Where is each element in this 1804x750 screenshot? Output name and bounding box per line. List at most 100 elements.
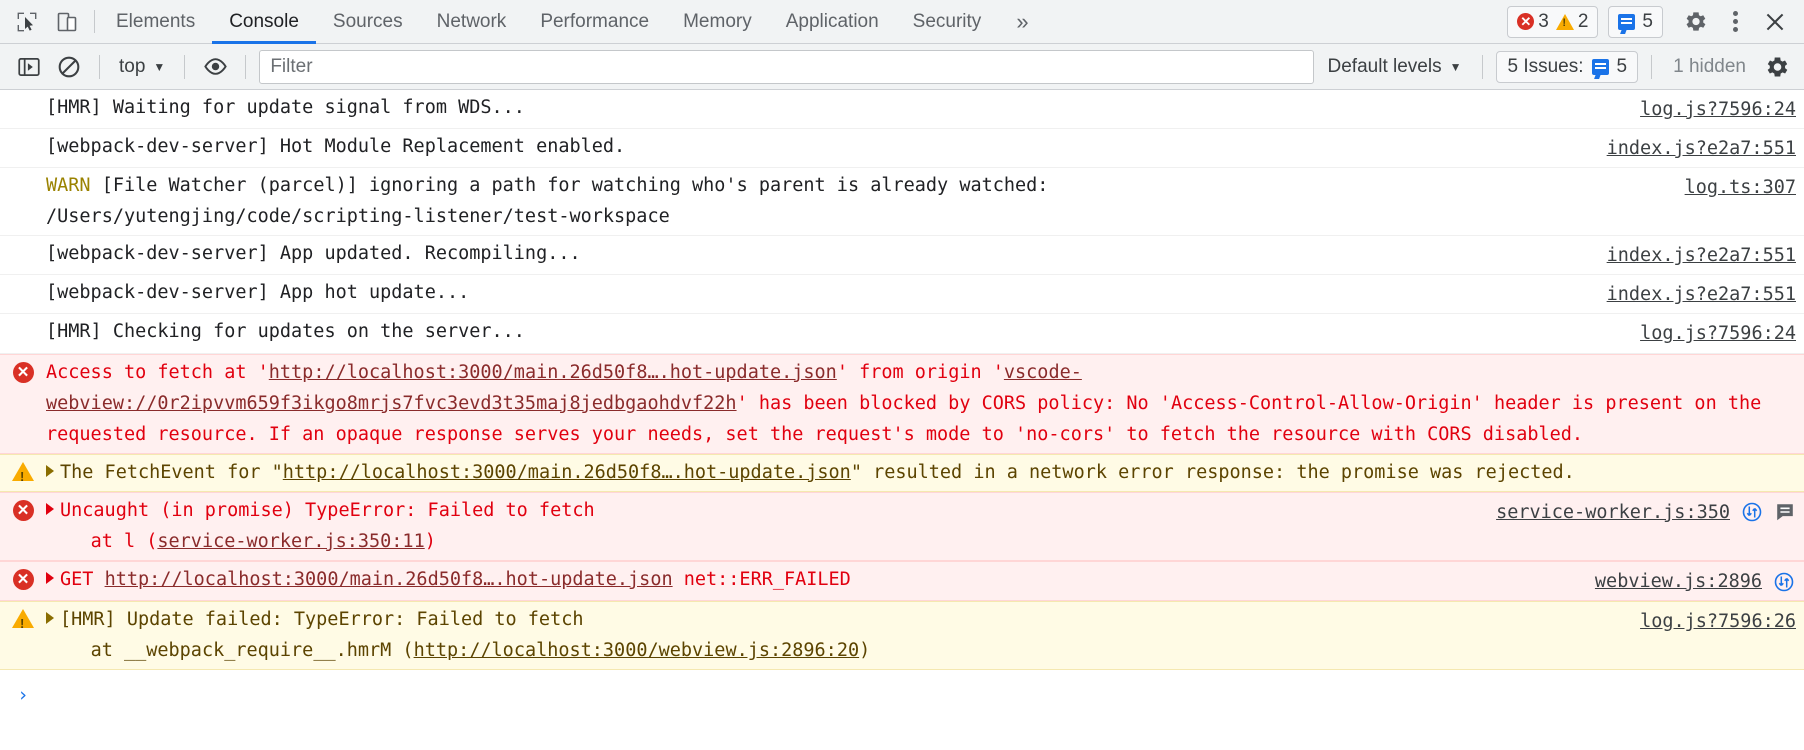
source-location-link[interactable]: log.js?7596:26: [1640, 606, 1796, 637]
execution-context-selector[interactable]: top ▼: [113, 53, 171, 81]
error-warning-counter[interactable]: ✕ 3 2: [1507, 5, 1599, 38]
console-prompt-input[interactable]: [46, 678, 1804, 709]
close-icon[interactable]: [1756, 3, 1794, 41]
source-location-link[interactable]: webview.js:2896: [1595, 566, 1762, 597]
message-url-link[interactable]: http://localhost:3000/main.26d50f8….hot-…: [283, 462, 851, 483]
tab-label: Security: [912, 10, 982, 32]
kebab-dots: [1732, 11, 1738, 32]
console-message-row[interactable]: WARN [File Watcher (parcel)] ignoring a …: [0, 168, 1804, 237]
message-text-segment: net::ERR_FAILED: [672, 569, 851, 591]
source-location-link[interactable]: index.js?e2a7:551: [1607, 133, 1796, 164]
tab-label: Application: [785, 10, 879, 32]
execution-context-value: top: [119, 55, 146, 77]
expand-triangle-icon[interactable]: [46, 612, 54, 625]
error-circle-icon: ✕: [1517, 13, 1535, 30]
message-text-segment: GET: [60, 569, 105, 591]
source-location-link[interactable]: log.js?7596:24: [1640, 94, 1796, 125]
message-text-segment: " resulted in a network error response: …: [850, 461, 1575, 483]
tab-sources[interactable]: Sources: [316, 0, 420, 43]
message-text-segment: [HMR] Checking for updates on the server…: [46, 321, 525, 343]
message-text-segment: ): [424, 530, 436, 552]
console-settings-gear-icon[interactable]: [1760, 50, 1794, 84]
filter-input[interactable]: [259, 49, 1314, 84]
live-expression-eye-icon[interactable]: [198, 50, 232, 84]
more-options-kebab-icon[interactable]: [1716, 3, 1754, 41]
error-circle-icon: ✕: [12, 569, 34, 591]
console-sidebar-toggle-icon[interactable]: [12, 50, 46, 84]
message-source-area: webview.js:2896: [1583, 564, 1796, 597]
network-request-icon[interactable]: [1772, 570, 1796, 594]
source-location-link[interactable]: log.ts:307: [1685, 172, 1796, 203]
devtools-tab-bar: Elements Console Sources Network Perform…: [0, 0, 1804, 44]
console-message-row[interactable]: [HMR] Update failed: TypeError: Failed t…: [0, 601, 1804, 671]
expand-triangle-icon[interactable]: [46, 572, 54, 585]
console-messages: [HMR] Waiting for update signal from WDS…: [0, 90, 1804, 671]
console-message-row[interactable]: ✕ Access to fetch at 'http://localhost:30…: [0, 353, 1804, 454]
message-text-segment: ): [859, 640, 871, 662]
source-location-link[interactable]: index.js?e2a7:551: [1607, 240, 1796, 271]
console-message-row[interactable]: ✕ GET http://localhost:3000/main.26d50f8……: [0, 561, 1804, 602]
message-url-link[interactable]: http://localhost:3000/main.26d50f8….hot-…: [269, 362, 837, 383]
tab-memory[interactable]: Memory: [666, 0, 769, 43]
console-message-row[interactable]: [webpack-dev-server] Hot Module Replacem…: [0, 129, 1804, 169]
message-gutter: [0, 238, 46, 243]
issues-counter[interactable]: 5: [1608, 5, 1663, 38]
source-location-link[interactable]: index.js?e2a7:551: [1607, 279, 1796, 310]
console-message-row[interactable]: [HMR] Checking for updates on the server…: [0, 314, 1804, 354]
clear-console-icon[interactable]: [52, 50, 86, 84]
network-request-icon[interactable]: [1740, 500, 1764, 524]
tab-application[interactable]: Application: [769, 0, 896, 43]
issues-button-label: 5 Issues:: [1507, 55, 1584, 77]
message-source-area: service-worker.js:350: [1484, 495, 1796, 528]
tab-console[interactable]: Console: [212, 0, 316, 44]
console-message-text: [webpack-dev-server] App updated. Recomp…: [46, 238, 1595, 269]
message-url-link[interactable]: service-worker.js:350:11: [157, 531, 424, 552]
issues-count: 5: [1642, 10, 1653, 32]
tab-label: Sources: [332, 10, 403, 32]
error-count: 3: [1538, 10, 1549, 32]
console-message-text: WARN [File Watcher (parcel)] ignoring a …: [46, 170, 1673, 232]
message-source-area: log.ts:307: [1673, 170, 1796, 203]
error-circle-icon: ✕: [12, 361, 34, 383]
source-location-link[interactable]: log.js?7596:24: [1640, 318, 1796, 349]
message-url-link[interactable]: http://localhost:3000/webview.js:2896:20: [414, 640, 860, 661]
settings-gear-icon[interactable]: [1676, 3, 1714, 41]
console-message-row[interactable]: ✕ Uncaught (in promise) TypeError: Failed…: [0, 491, 1804, 562]
source-location-link[interactable]: service-worker.js:350: [1496, 497, 1730, 528]
console-message-row[interactable]: [webpack-dev-server] App updated. Recomp…: [0, 236, 1804, 276]
expand-triangle-icon[interactable]: [46, 464, 54, 477]
issues-button[interactable]: 5 Issues: 5: [1496, 50, 1639, 83]
console-message-text: [HMR] Update failed: TypeError: Failed t…: [46, 604, 1628, 666]
console-message-row[interactable]: [webpack-dev-server] App hot update... in…: [0, 275, 1804, 315]
log-levels-selector[interactable]: Default levels ▼: [1320, 52, 1470, 82]
message-gutter: [0, 316, 46, 321]
error-icon: ✕: [0, 495, 46, 521]
message-source-area: [1784, 457, 1796, 459]
tab-elements[interactable]: Elements: [99, 0, 212, 43]
message-url-link[interactable]: http://localhost:3000/main.26d50f8….hot-…: [105, 569, 673, 590]
tab-performance[interactable]: Performance: [523, 0, 666, 43]
tab-label: Network: [436, 10, 507, 32]
filter-divider-2: [184, 54, 186, 79]
inspect-element-icon[interactable]: [14, 9, 40, 35]
device-toolbar-icon[interactable]: [54, 9, 80, 35]
console-message-list[interactable]: [HMR] Waiting for update signal from WDS…: [0, 90, 1804, 750]
console-message-text: Access to fetch at 'http://localhost:300…: [46, 357, 1784, 450]
filter-divider-3: [245, 54, 247, 79]
console-prompt-row[interactable]: ›: [0, 670, 1804, 712]
more-tabs-icon[interactable]: »: [998, 0, 1046, 43]
message-source-area: log.js?7596:24: [1628, 92, 1796, 125]
tab-bar-right-group: ✕ 3 2 5: [1507, 0, 1804, 43]
issues-message-icon: [1591, 58, 1609, 75]
error-icon: ✕: [0, 357, 46, 383]
hidden-messages-label: 1 hidden: [1673, 55, 1746, 77]
console-message-text: [HMR] Checking for updates on the server…: [46, 316, 1628, 347]
tab-network[interactable]: Network: [420, 0, 524, 43]
expand-triangle-icon[interactable]: [46, 502, 54, 515]
issue-report-icon[interactable]: [1774, 501, 1796, 523]
tab-security[interactable]: Security: [896, 0, 999, 43]
console-message-row[interactable]: [HMR] Waiting for update signal from WDS…: [0, 90, 1804, 130]
message-text-segment: [webpack-dev-server] App updated. Recomp…: [46, 243, 581, 265]
console-message-text: [webpack-dev-server] App hot update...: [46, 277, 1595, 308]
console-message-row[interactable]: The FetchEvent for "http://localhost:300…: [0, 453, 1804, 492]
